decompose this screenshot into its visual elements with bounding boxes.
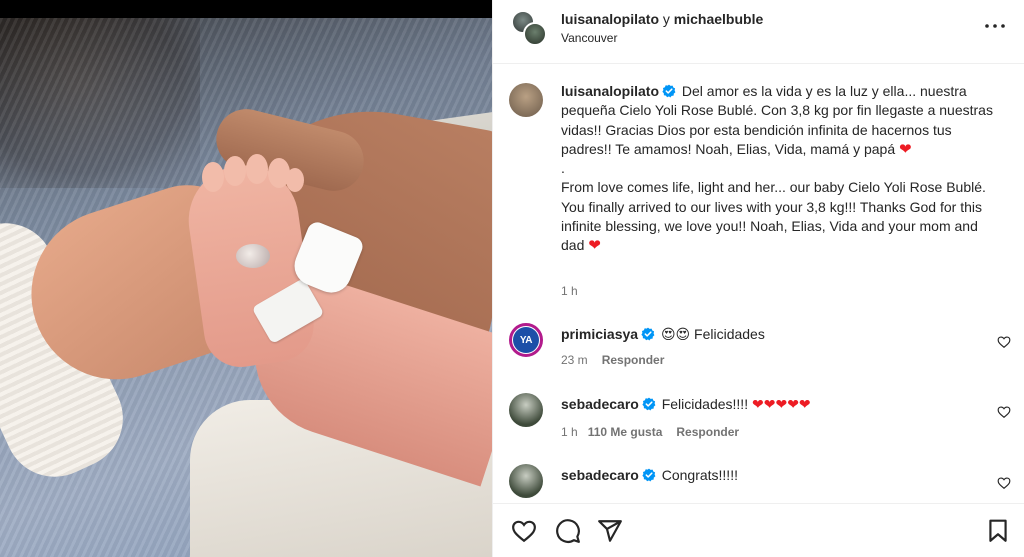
comment-username[interactable]: sebadecaro [561, 467, 639, 483]
collab-avatars[interactable] [511, 10, 547, 46]
photo-top-bar [0, 0, 492, 18]
comment-username[interactable]: sebadecaro [561, 396, 639, 412]
post-authors: luisanalopilato y michaelbuble [561, 11, 763, 27]
comment-text: Congrats!!!!! [661, 467, 738, 483]
post-caption: luisanalopilato Del amor es la vida y es… [561, 82, 1001, 256]
comment-item: sebadecaro Congrats!!!!! [493, 460, 1024, 503]
heart-outline-icon[interactable] [997, 405, 1011, 419]
comments-section[interactable]: luisanalopilato Del amor es la vida y es… [493, 65, 1024, 503]
avatar-logo: YA [513, 327, 539, 353]
comment-meta: 23 m Responder [561, 353, 664, 367]
author-link[interactable]: michaelbuble [674, 11, 763, 27]
heart-outline-icon[interactable] [997, 476, 1011, 490]
heart-outline-icon[interactable] [511, 518, 537, 544]
caption-text-en: From love comes life, light and her... o… [561, 179, 990, 254]
author-link[interactable]: luisanalopilato [561, 11, 659, 27]
avatar[interactable] [509, 464, 543, 498]
verified-badge-icon [641, 327, 655, 341]
post-side-panel: luisanalopilato y michaelbuble Vancouver… [492, 0, 1024, 557]
avatar[interactable] [509, 393, 543, 427]
verified-badge-icon [642, 397, 656, 411]
comment-body: sebadecaro Congrats!!!!! [561, 466, 738, 485]
verified-badge-icon [642, 468, 656, 482]
avatar[interactable] [509, 83, 543, 117]
comment-timestamp[interactable]: 1 h [561, 425, 578, 439]
caption-timestamp[interactable]: 1 h [561, 284, 578, 298]
comment-username[interactable]: primiciasya [561, 326, 638, 342]
caption-username[interactable]: luisanalopilato [561, 83, 659, 99]
photo-baby-toes [198, 152, 308, 192]
comment-meta: 1 h 110 Me gusta Responder [561, 425, 739, 439]
comment-body: primiciasya 😍😍 Felicidades [561, 325, 765, 344]
red-heart-emoji: ❤ [588, 237, 601, 255]
comment-text: 😍😍 Felicidades [660, 326, 765, 342]
photo-glitter-nail [236, 244, 270, 268]
post-header: luisanalopilato y michaelbuble Vancouver [493, 0, 1024, 64]
share-icon[interactable] [597, 518, 623, 544]
comment-body: sebadecaro Felicidades!!!! ❤❤❤❤❤ [561, 395, 811, 414]
reply-button[interactable]: Responder [676, 425, 739, 439]
avatar[interactable] [523, 22, 547, 46]
comment-item: sebadecaro Felicidades!!!! ❤❤❤❤❤ 1 h 110 … [493, 389, 1024, 441]
verified-badge-icon [662, 84, 676, 98]
post-action-bar [493, 503, 1024, 557]
comment-item: YA primiciasya 😍😍 Felicidades 23 m Respon… [493, 319, 1024, 369]
location-link[interactable]: Vancouver [561, 31, 617, 45]
bookmark-icon[interactable] [985, 518, 1011, 544]
red-heart-emoji: ❤ [899, 140, 912, 158]
more-options-icon[interactable] [983, 14, 1007, 38]
author-connector: y [662, 11, 670, 27]
caption-separator: . [561, 160, 565, 177]
comment-timestamp[interactable]: 23 m [561, 353, 588, 367]
heart-outline-icon[interactable] [997, 335, 1011, 349]
post-photo[interactable] [0, 0, 492, 557]
avatar[interactable]: YA [509, 323, 543, 357]
comment-text: Felicidades!!!! ❤❤❤❤❤ [661, 396, 811, 412]
comment-icon[interactable] [555, 518, 581, 544]
reply-button[interactable]: Responder [602, 353, 665, 367]
likes-count[interactable]: 110 Me gusta [588, 425, 663, 439]
